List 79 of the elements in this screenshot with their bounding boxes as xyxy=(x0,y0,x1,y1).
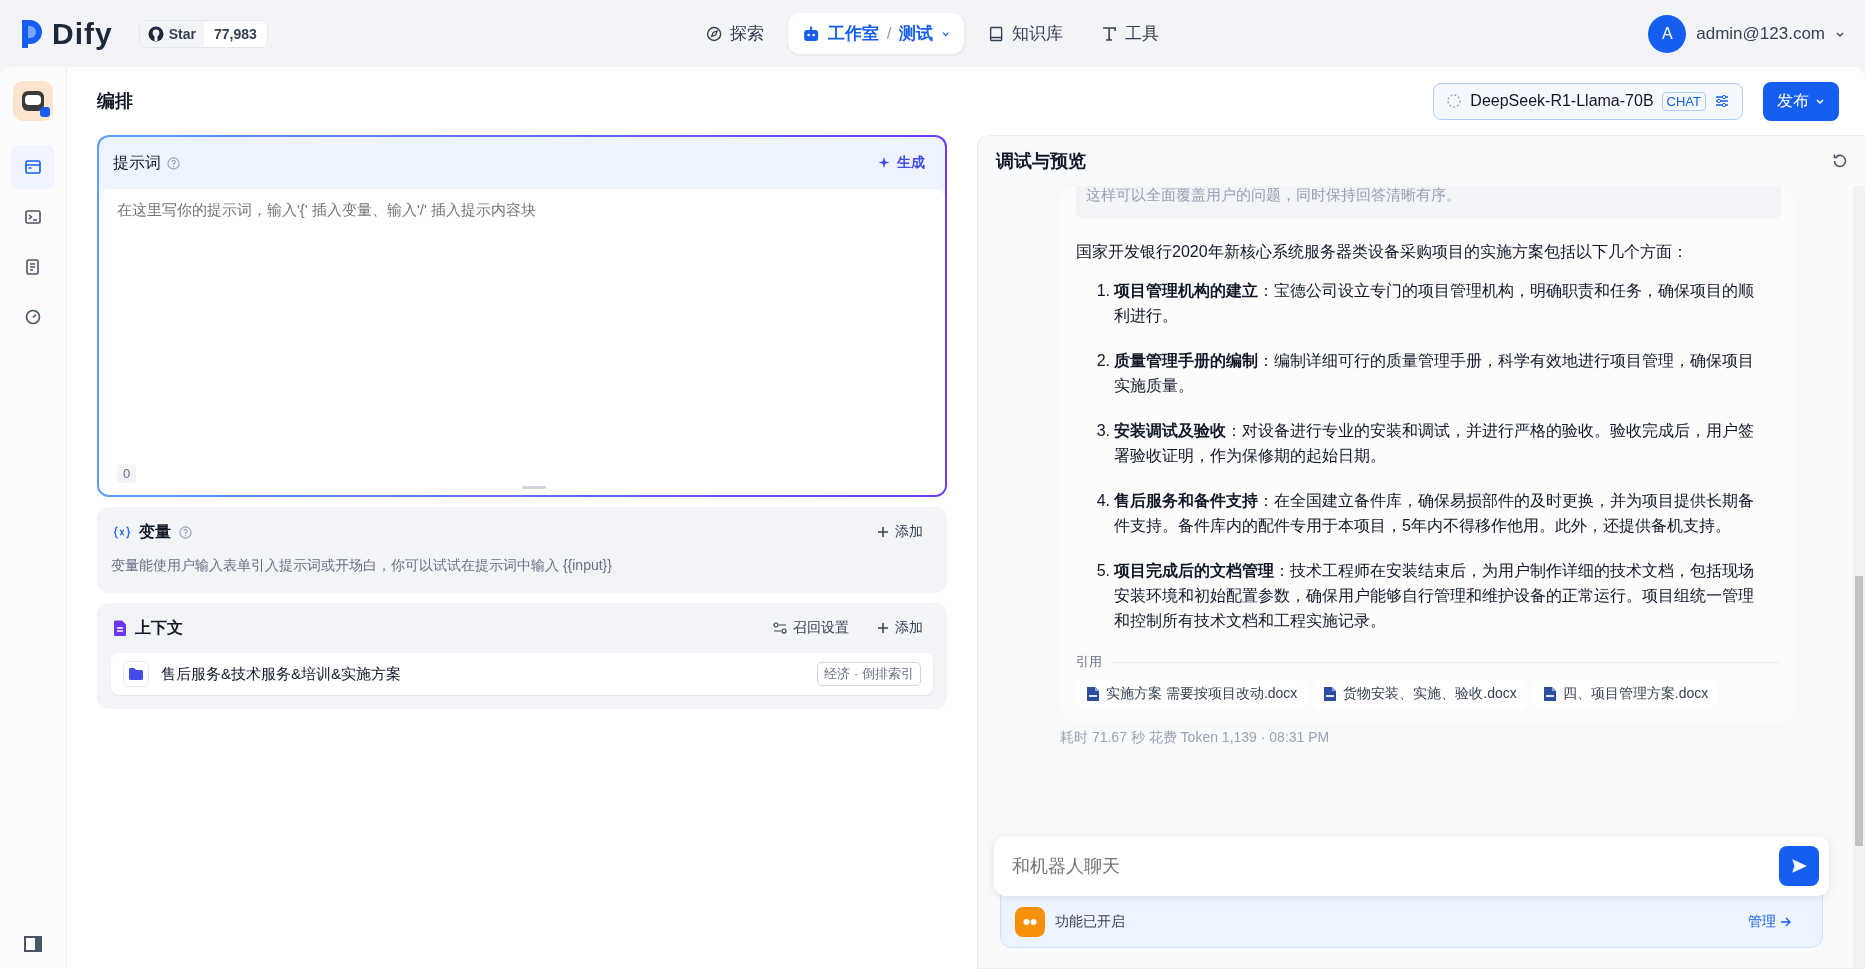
list-item-text: 售后服务和备件支持：在全国建立备件库，确保易损部件的及时更换，并为项目提供长期备件支持。备件库内的配件专用于本项目，5年内不得移作他用。此外，还提供备机支持。 xyxy=(1114,491,1755,536)
model-selector[interactable]: DeepSeek-R1-Llama-70B CHAT xyxy=(1433,82,1743,120)
variable-icon xyxy=(113,525,131,539)
add-context-button[interactable]: 添加 xyxy=(867,619,933,637)
arrow-right-icon xyxy=(1780,916,1792,928)
sliders-icon xyxy=(1714,93,1730,109)
docx-file-icon xyxy=(1323,686,1338,702)
variables-description: 变量能使用户输入表单引入提示词或开场白，你可以试试在提示词中输入 {{input}} xyxy=(111,557,613,575)
panel-toggle-icon[interactable] xyxy=(23,935,43,953)
thinking-text: 这样可以全面覆盖用户的问题，同时保持回答清晰有序。 xyxy=(1076,186,1781,219)
refresh-icon[interactable] xyxy=(1831,152,1849,170)
send-button[interactable] xyxy=(1779,846,1819,886)
help-icon xyxy=(167,156,180,170)
add-variable-button[interactable]: 添加 xyxy=(867,523,933,541)
prompt-input[interactable]: 在这里写你的提示词，输入'{' 插入变量、输入'/' 插入提示内容块 xyxy=(117,201,927,218)
plus-icon xyxy=(877,622,889,634)
star-count: 77,983 xyxy=(212,24,258,44)
document-icon xyxy=(24,258,42,276)
nav-tab[interactable]: 工作室 / 测试 xyxy=(787,13,965,54)
nav-tab[interactable]: 知识库 xyxy=(974,13,1078,54)
list-number: 1. xyxy=(1095,281,1110,301)
github-icon xyxy=(147,25,164,42)
resize-handle[interactable] xyxy=(522,486,546,489)
list-number: 2. xyxy=(1095,351,1110,371)
chevron-icon xyxy=(941,29,951,38)
model-mode-tag: CHAT xyxy=(1661,91,1706,111)
list-item-text: 项目完成后的文档管理：技术工程师在安装结束后，为用户制作详细的技术文档，包括现场安装环境和初始配置参数，确保用户能够自行管理和维护设备的正常运行。项目组统一管理和控制所有技术文档和工程实施记录。 xyxy=(1114,561,1755,631)
retrieval-settings-button[interactable]: 召回设置 xyxy=(763,619,859,637)
publish-button[interactable]: 发布 xyxy=(1763,81,1839,121)
help-icon xyxy=(179,525,192,539)
answer-intro: 国家开发银行2020年新核心系统服务器类设备采购项目的实施方案包括以下几个方面： xyxy=(1076,242,1689,262)
folder-icon xyxy=(128,667,144,681)
dataset-name: 售后服务&技术服务&培训&实施方案 xyxy=(161,664,401,684)
list-item-text: 质量管理手册的编制：编制详细可行的质量管理手册，科学有效地进行项目管理，确保项目实施质量。 xyxy=(1114,351,1755,396)
model-name: DeepSeek-R1-Llama-70B xyxy=(1470,92,1654,110)
settings-icon xyxy=(773,622,787,634)
list-number: 4. xyxy=(1095,491,1110,511)
nav-tab[interactable]: 工具 xyxy=(1087,13,1174,54)
send-icon xyxy=(1790,857,1808,875)
user-email[interactable]: admin@123.com xyxy=(1696,23,1825,44)
prompt-title: 提示词 xyxy=(113,152,161,173)
book-icon xyxy=(988,25,1005,42)
docx-file-icon xyxy=(1542,686,1557,702)
index-mode-tag: 经济 · 倒排索引 xyxy=(817,662,921,686)
breadcrumb-separator: / xyxy=(886,23,892,44)
context-title: 上下文 xyxy=(135,617,183,638)
scrollbar[interactable] xyxy=(1853,186,1865,968)
window-icon xyxy=(24,158,42,176)
list-number: 5. xyxy=(1095,561,1110,581)
features-status: 功能已开启 xyxy=(1055,913,1125,931)
tool-icon xyxy=(1101,25,1118,42)
response-meta: 耗时 71.67 秒 花费 Token 1,139 · 08:31 PM xyxy=(1060,729,1331,747)
document-icon xyxy=(113,620,127,636)
plus-icon xyxy=(877,526,889,538)
terminal-icon xyxy=(24,208,42,226)
citation-label: 引用 xyxy=(1076,653,1102,671)
preview-title: 调试与预览 xyxy=(996,150,1086,173)
chevron-icon xyxy=(1815,96,1825,106)
variables-title: 变量 xyxy=(139,521,171,542)
sidebar-item[interactable] xyxy=(11,145,55,189)
gauge-icon xyxy=(24,308,42,326)
robot-icon xyxy=(801,25,820,42)
generate-button[interactable]: 生成 xyxy=(872,153,931,173)
character-count: 0 xyxy=(117,464,137,483)
list-item-text: 安装调试及验收：对设备进行专业的安装和调试，并进行严格的验收。验收完成后，用户签署验收证明，作为保修期的起始日期。 xyxy=(1114,421,1755,466)
docx-file-icon xyxy=(1086,686,1100,702)
user-avatar[interactable]: A xyxy=(1648,14,1687,53)
list-item-text: 项目管理机构的建立：宝德公司设立专门的项目管理机构，明确职责和任务，确保项目的顺利进行。 xyxy=(1114,281,1755,326)
list-number: 3. xyxy=(1095,421,1110,441)
dataset-item[interactable]: 售后服务&技术服务&培训&实施方案 经济 · 倒排索引 xyxy=(111,653,933,695)
manage-link[interactable]: 管理 xyxy=(1742,912,1798,932)
brand-name: Dify xyxy=(52,16,113,51)
github-star-button[interactable]: Star xyxy=(139,20,204,47)
chat-composer[interactable]: 和机器人聊天 xyxy=(994,836,1829,896)
model-icon xyxy=(1446,93,1463,109)
nav-tab[interactable]: 探索 xyxy=(691,13,778,54)
chat-input[interactable]: 和机器人聊天 xyxy=(1010,854,1779,878)
page-title: 编排 xyxy=(97,90,133,113)
compass-icon xyxy=(705,25,722,42)
